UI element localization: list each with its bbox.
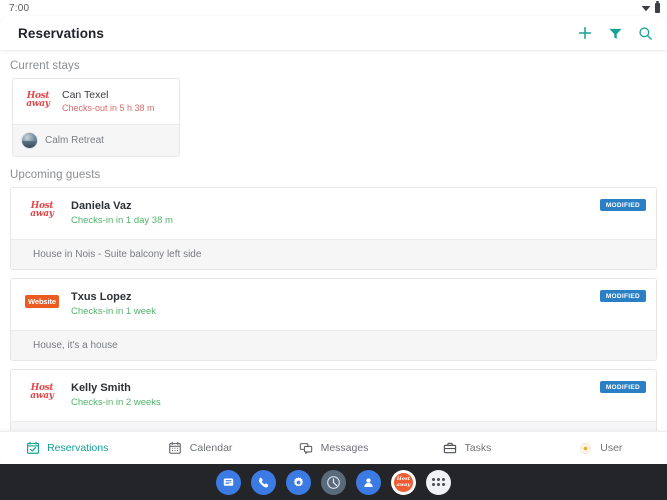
guest-card-top[interactable]: Host away Kelly Smith Checks-in in 2 wee… (11, 370, 656, 421)
hostaway-logo-line2: away (26, 98, 50, 109)
content-scroll-area[interactable]: Current stays Host away Can Texel Checks… (0, 50, 667, 447)
guest-checkin: Checks-in in 1 week (71, 306, 157, 317)
hostaway-logo-icon: Host away (25, 381, 59, 403)
guest-card-listing[interactable]: House in Nois - Suite balcony left side (11, 239, 656, 269)
nav-label-tasks: Tasks (464, 442, 492, 454)
chat-bubbles-icon (299, 441, 314, 456)
guest-info: Daniela Vaz Checks-in in 1 day 38 m (71, 199, 646, 228)
add-icon[interactable] (577, 25, 593, 41)
nav-label-reservations: Reservations (47, 442, 109, 454)
current-stay-top[interactable]: Host away Can Texel Checks-out in 5 h 38… (13, 79, 179, 124)
current-stays-heading: Current stays (10, 60, 80, 72)
current-stay-card[interactable]: Host away Can Texel Checks-out in 5 h 38… (12, 78, 180, 157)
current-stay-guest-name: Can Texel (62, 89, 109, 101)
messages-app-icon[interactable] (216, 469, 241, 495)
settings-app-icon[interactable] (286, 469, 311, 495)
current-stay-listing[interactable]: Calm Retreat (13, 124, 179, 156)
guest-info: Kelly Smith Checks-in in 2 weeks (71, 381, 646, 410)
hostaway-app-glyph: Host away (394, 472, 413, 492)
calendar-icon (168, 441, 183, 456)
wifi-icon (641, 6, 651, 12)
current-stay-listing-name: Calm Retreat (45, 135, 104, 146)
nav-label-calendar: Calendar (189, 442, 233, 454)
bottom-navigation: Reservations Calendar Messages Tasks Use… (0, 431, 667, 464)
hostaway-app-icon[interactable]: Host away (391, 469, 416, 495)
hostaway-logo-line2: away (30, 208, 54, 219)
briefcase-icon (443, 441, 458, 456)
nav-label-user: User (600, 442, 623, 454)
page-title: Reservations (18, 25, 104, 41)
guest-checkin: Checks-in in 1 day 38 m (71, 215, 173, 226)
guest-listing-name: House in Nois - Suite balcony left side (33, 249, 202, 260)
upcoming-guests-heading: Upcoming guests (10, 169, 101, 181)
guest-card[interactable]: Host away Daniela Vaz Checks-in in 1 day… (10, 187, 657, 270)
nav-item-user[interactable]: User (534, 441, 667, 456)
guest-name: Daniela Vaz (71, 200, 132, 212)
current-stay-info: Can Texel Checks-out in 5 h 38 m (62, 89, 155, 115)
status-clock: 7:00 (9, 2, 30, 14)
guest-info: Txus Lopez Checks-in in 1 week (71, 290, 646, 319)
app-bar: Reservations (0, 16, 667, 50)
nav-label-messages: Messages (320, 442, 369, 454)
hostaway-logo-line2: away (30, 390, 54, 401)
phone-app-icon[interactable] (251, 469, 276, 495)
guest-card-top[interactable]: Website Txus Lopez Checks-in in 1 week M… (11, 279, 656, 330)
hostaway-app-line2: away (396, 482, 411, 488)
guest-listing-name: House, it's a house (33, 340, 118, 351)
guest-card-top[interactable]: Host away Daniela Vaz Checks-in in 1 day… (11, 188, 656, 239)
clock-app-icon[interactable] (321, 469, 346, 495)
app-drawer-icon[interactable] (426, 469, 451, 495)
nav-item-calendar[interactable]: Calendar (133, 441, 266, 456)
filter-icon[interactable] (607, 25, 623, 41)
guest-card[interactable]: Website Txus Lopez Checks-in in 1 week M… (10, 278, 657, 361)
nav-item-messages[interactable]: Messages (267, 441, 400, 456)
nav-item-reservations[interactable]: Reservations (0, 441, 133, 456)
website-logo-wrap: Website (25, 290, 59, 312)
hostaway-logo-icon: Host away (21, 89, 55, 111)
contacts-app-icon[interactable] (356, 469, 381, 495)
status-badge: MODIFIED (599, 199, 646, 211)
phone-screen: 7:00 Reservations Current stays Host awa… (0, 0, 667, 500)
guest-card-listing[interactable]: House, it's a house (11, 330, 656, 360)
search-icon[interactable] (637, 25, 653, 41)
android-taskbar: Host away (0, 464, 667, 500)
user-avatar-icon (578, 441, 593, 456)
app-drawer-dots (432, 478, 445, 486)
current-stay-checkout: Checks-out in 5 h 38 m (62, 103, 155, 113)
guest-checkin: Checks-in in 2 weeks (71, 397, 161, 408)
status-system-icons (641, 1, 660, 13)
calendar-check-icon (25, 441, 40, 456)
status-bar: 7:00 (0, 0, 667, 16)
guest-name: Txus Lopez (71, 291, 132, 303)
status-badge: MODIFIED (599, 381, 646, 393)
hostaway-logo-icon: Host away (25, 199, 59, 221)
website-logo-icon: Website (25, 294, 59, 308)
app-bar-actions (577, 25, 653, 41)
listing-thumbnail-icon (21, 132, 38, 149)
nav-item-tasks[interactable]: Tasks (400, 441, 533, 456)
battery-icon (655, 1, 660, 13)
status-badge: MODIFIED (599, 290, 646, 302)
guest-name: Kelly Smith (71, 382, 131, 394)
